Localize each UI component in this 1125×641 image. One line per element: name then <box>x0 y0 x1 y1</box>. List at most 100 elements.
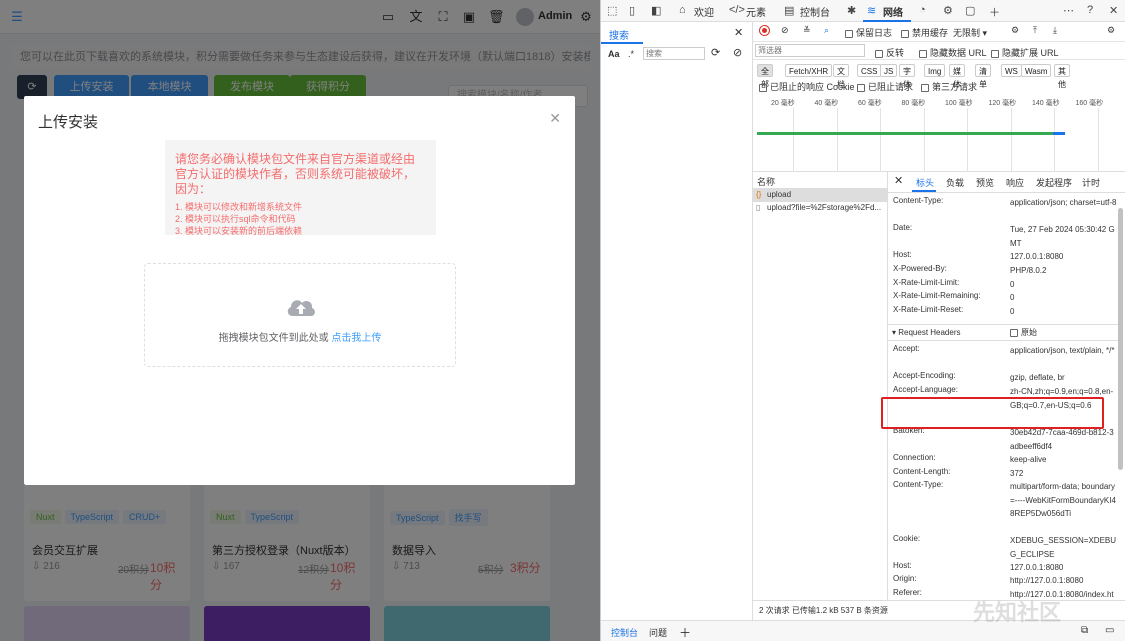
upload-dropzone[interactable]: 拖拽模块包文件到此处或 点击我上传 <box>144 263 456 367</box>
close-devtools-icon[interactable]: ✕ <box>1109 4 1118 17</box>
document-icon: ▯ <box>756 203 761 212</box>
header-key: X-Rate-Limit-Reset: <box>893 305 964 314</box>
hide-data-url-checkbox[interactable]: 隐藏数据 URL <box>919 46 987 59</box>
add-tab-icon[interactable]: ＋ <box>989 4 1000 20</box>
drawer-tab-console[interactable]: 控制台 <box>611 626 638 639</box>
drawer-tab-issues[interactable]: 问题 <box>649 626 667 639</box>
clear-log-icon[interactable]: ⊘ <box>781 25 789 36</box>
header-value: http://127.0.0.1:8080 <box>1010 576 1084 585</box>
status-bar: 2 次请求 已传输1.2 kB 537 B 条资源 先知社区 <box>753 600 1125 625</box>
invert-checkbox[interactable]: 反转 <box>875 46 904 59</box>
header-value: 127.0.0.1:8080 <box>1010 563 1064 572</box>
filter-input[interactable]: 筛选器 <box>755 44 865 57</box>
more-icon[interactable]: ⋯ <box>1063 4 1074 17</box>
devtools-tabbar: ⬚ ▯ ◧ ⌂ 欢迎 </> 元素 ▤ 控制台 ✱ ≋ 网络 ◔ ⚙ ▢ ＋ ⋯… <box>601 0 1125 22</box>
memory-icon[interactable]: ⚙ <box>943 4 953 17</box>
performance-icon[interactable]: ◔ <box>919 4 926 16</box>
raw-label: 原始 <box>1021 328 1037 337</box>
close-drawer-icon[interactable]: ▭ <box>1105 625 1114 636</box>
request-row[interactable]: ▯ upload?file=%2Fstorage%2Fd... <box>753 202 888 215</box>
header-value: 0 <box>1010 307 1015 316</box>
type-filter-chip[interactable]: Img <box>924 64 946 77</box>
tab-search[interactable]: 搜索 <box>609 27 629 42</box>
dock-icon[interactable]: ◧ <box>651 4 661 17</box>
type-filter-chip[interactable]: Wasm <box>1021 64 1052 77</box>
header-key: X-Powered-By: <box>893 264 947 273</box>
type-filter-chip[interactable]: 全部 <box>757 64 773 89</box>
dock-bottom-icon[interactable]: ⧉ <box>1081 625 1088 636</box>
type-filter-chip[interactable]: JS <box>880 64 898 77</box>
clear-icon[interactable]: ⊘ <box>733 46 742 59</box>
close-icon[interactable]: ✕ <box>549 110 561 127</box>
match-case-icon[interactable]: Aa <box>608 49 620 59</box>
hide-ext-url-checkbox[interactable]: 隐藏扩展 URL <box>991 46 1059 59</box>
timeline-overview[interactable]: 20 毫秒 40 毫秒 60 毫秒 80 毫秒 100 毫秒 120 毫秒 140 毫秒 16… <box>753 94 1125 172</box>
name-column-header[interactable]: 名称 <box>757 175 775 188</box>
timeline-tick: 40 毫秒 <box>814 100 839 107</box>
record-icon[interactable] <box>759 25 770 36</box>
type-filter-chip[interactable]: 清单 <box>975 64 991 89</box>
blocked-cookies-label: 已阻止的响应 Cookie <box>770 82 855 92</box>
header-key: Referer: <box>893 588 922 597</box>
network-conditions-icon[interactable]: ⚙ <box>1011 25 1019 36</box>
warning-box: 请您务必确认模块包文件来自官方渠道或经由官方认证的模块作者，否则系统可能被破坏，… <box>165 140 436 236</box>
application-icon[interactable]: ▢ <box>965 4 975 17</box>
header-value: 127.0.0.1:8080 <box>1010 252 1064 261</box>
tab-elements[interactable]: 元素 <box>746 4 766 19</box>
header-value: PHP/8.0.2 <box>1010 266 1047 275</box>
code-icon: </> <box>729 4 745 16</box>
type-filter-chip[interactable]: CSS <box>857 64 882 77</box>
request-name: upload?file=%2Fstorage%2Fd... <box>767 203 882 212</box>
type-filter-chip[interactable]: 其他 <box>1054 64 1070 89</box>
refresh-icon[interactable]: ⟳ <box>711 46 720 59</box>
tab-console[interactable]: 控制台 <box>800 4 830 19</box>
header-key: Accept-Language: <box>893 385 958 394</box>
inspect-icon[interactable]: ⬚ <box>607 4 617 17</box>
preserve-log-checkbox[interactable]: 保留日志 <box>845 26 892 39</box>
close-search-icon[interactable]: ✕ <box>734 26 743 39</box>
warning-title: 请您务必确认模块包文件来自官方渠道或经由官方认证的模块作者，否则系统可能被破坏，… <box>175 152 416 196</box>
headers-body: Content-Type: application/json; charset=u… <box>888 172 1125 620</box>
network-settings-icon[interactable]: ⚙ <box>1107 25 1115 36</box>
export-icon[interactable]: ⤓ <box>1053 25 1057 36</box>
cloud-upload-icon <box>287 300 315 316</box>
type-filter-chip[interactable]: 媒体 <box>949 64 965 89</box>
timeline-gridline <box>793 108 794 172</box>
modal-title: 上传安装 <box>38 114 99 131</box>
search-input[interactable]: 搜索 <box>643 47 705 60</box>
timeline-gridline <box>1010 108 1012 172</box>
tab-welcome[interactable]: 欢迎 <box>694 4 714 19</box>
timeline-gridline <box>1054 108 1055 172</box>
type-filter-chip[interactable]: WS <box>1001 64 1022 77</box>
help-icon[interactable]: ? <box>1087 4 1093 16</box>
throttle-select[interactable]: 无限制 ▾ <box>953 26 987 39</box>
filter-icon[interactable]: ≚ <box>803 25 811 36</box>
bug-icon[interactable]: ✱ <box>847 4 856 17</box>
request-row-selected[interactable]: {} upload <box>753 189 888 202</box>
network-pane: ⊘ ≚ ⌕ 保留日志 禁用缓存 无限制 ▾ ⚙ ⤒ ⤓ ⚙ 筛选器 反转 隐藏数… <box>753 22 1125 620</box>
import-icon[interactable]: ⤒ <box>1033 25 1037 36</box>
timeline-gridline <box>836 108 838 172</box>
device-icon[interactable]: ▯ <box>629 4 635 17</box>
third-party-checkbox[interactable]: 第三方请求 <box>921 80 977 93</box>
watermark-text: 先知社区 <box>973 600 1062 625</box>
request-headers-section[interactable]: ▾ Request Headers 原始 <box>888 324 1118 341</box>
type-filter-chip[interactable]: 字体 <box>899 64 915 89</box>
warning-item: 2. 模块可以执行sql命令和代码 <box>175 214 296 224</box>
type-filter-chip[interactable]: Fetch/XHR <box>785 64 833 77</box>
blocked-requests-checkbox[interactable]: 已阻止请求 <box>857 80 913 93</box>
search-network-icon[interactable]: ⌕ <box>824 25 829 36</box>
raw-checkbox[interactable]: 原始 <box>1010 325 1037 340</box>
headers-scrollbar[interactable] <box>1118 208 1123 470</box>
type-filter-chip[interactable]: 文档 <box>833 64 849 89</box>
tab-network[interactable]: 网络 <box>883 4 903 19</box>
warning-item: 1. 模块可以修改和新增系统文件 <box>175 202 303 212</box>
header-key: Connection: <box>893 453 936 462</box>
header-value: 372 <box>1010 469 1024 478</box>
blocked-cookies-checkbox[interactable]: 已阻止的响应 Cookie <box>759 80 855 93</box>
click-upload-link[interactable]: 点击我上传 <box>331 333 381 344</box>
timeline-tick: 20 毫秒 <box>771 100 795 107</box>
regex-icon[interactable]: .* <box>628 49 634 59</box>
disable-cache-checkbox[interactable]: 禁用缓存 <box>901 26 948 39</box>
add-drawer-tab-icon[interactable]: ＋ <box>679 624 691 641</box>
